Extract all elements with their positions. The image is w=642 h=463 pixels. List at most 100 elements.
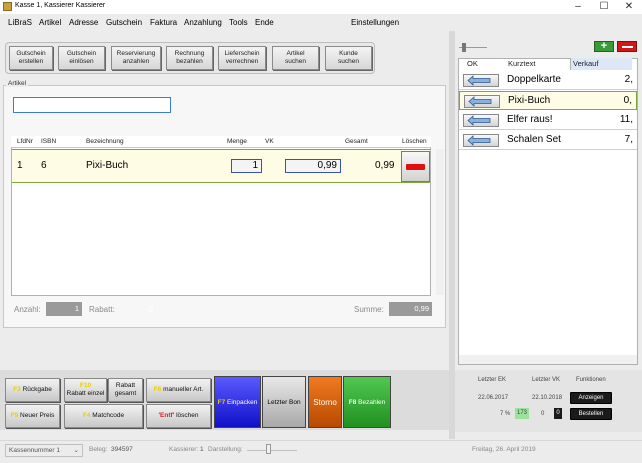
item-name: Schalen Set bbox=[507, 134, 561, 145]
add-favorite-button[interactable]: + bbox=[594, 41, 614, 52]
kassierer-value: 1 bbox=[200, 446, 204, 453]
info-value-2: 0 bbox=[541, 411, 545, 417]
table-row[interactable] bbox=[12, 149, 430, 183]
add-item-button[interactable] bbox=[463, 134, 499, 147]
delete-row-button[interactable] bbox=[401, 151, 430, 182]
menu-faktura[interactable]: Faktura bbox=[150, 18, 177, 27]
minimize-button[interactable]: – bbox=[566, 0, 590, 14]
add-item-button[interactable] bbox=[463, 114, 499, 127]
artikel-suchen-button[interactable]: Artikel suchen bbox=[272, 46, 319, 70]
manueller-artikel-button[interactable]: F6 manueller Art. bbox=[146, 378, 211, 402]
item-price: 0, bbox=[623, 95, 632, 106]
add-item-button[interactable] bbox=[463, 74, 499, 87]
menu-gutschein[interactable]: Gutschein bbox=[106, 18, 142, 27]
einpacken-button[interactable]: F7 Einpacken bbox=[214, 376, 261, 428]
letzter-bon-button[interactable]: Letzter Bon bbox=[262, 376, 306, 428]
arrow-left-icon bbox=[467, 75, 491, 86]
col-bezeichnung[interactable]: Bezeichnung bbox=[86, 138, 124, 145]
menu-adresse[interactable]: Adresse bbox=[69, 18, 98, 27]
kassennummer-select[interactable]: Kassennummer 1 ⌄ bbox=[5, 444, 83, 457]
info-value-3: 0 bbox=[554, 408, 562, 419]
gutschein-einloesen-button[interactable]: Gutschein einlösen bbox=[58, 46, 105, 70]
matchcode-button[interactable]: F4 Matchcode bbox=[64, 404, 143, 428]
close-button[interactable]: ✕ bbox=[617, 0, 641, 14]
stock-value: 173 bbox=[515, 408, 529, 419]
arrow-left-icon bbox=[468, 96, 492, 107]
menu-artikel[interactable]: Artikel bbox=[39, 18, 61, 27]
menu-tools[interactable]: Tools bbox=[229, 18, 248, 27]
artikel-label: Artikel bbox=[6, 80, 29, 87]
menu-libras[interactable]: LiBraS bbox=[8, 18, 32, 27]
app-icon bbox=[3, 2, 12, 11]
darstellung-slider-knob[interactable] bbox=[266, 444, 271, 454]
rabatt-gesamt-button[interactable]: Rabatt gesamt bbox=[108, 378, 143, 402]
letzter-vk-label: Letzter VK bbox=[532, 377, 561, 383]
zoom-slider-knob[interactable] bbox=[462, 43, 466, 52]
kassierer-label: Kassierer: bbox=[169, 446, 199, 453]
rueckgabe-button[interactable]: F3 Rückgabe bbox=[5, 378, 60, 402]
col-lfdnr[interactable]: LfdNr bbox=[17, 138, 33, 145]
vk-date: 22.10.2018 bbox=[532, 395, 563, 401]
menu-einstellungen[interactable]: Einstellungen bbox=[351, 18, 399, 27]
lieferschein-verrechnen-button[interactable]: Lieferschein verrechnen bbox=[218, 46, 266, 70]
arrow-left-icon bbox=[467, 115, 491, 126]
item-price: 11, bbox=[619, 114, 633, 125]
col-gesamt[interactable]: Gesamt bbox=[345, 138, 368, 145]
neuer-preis-button[interactable]: F9 Neuer Preis bbox=[5, 404, 60, 428]
minus-icon bbox=[622, 46, 633, 48]
bezahlen-button[interactable]: F8 Bezahlen bbox=[343, 376, 391, 428]
kunde-suchen-button[interactable]: Kunde suchen bbox=[325, 46, 372, 70]
col-loeschen[interactable]: Löschen bbox=[402, 138, 427, 145]
rabatt-label: Rabatt: bbox=[89, 305, 115, 314]
anzahl-label: Anzahl: bbox=[14, 305, 41, 314]
col-verkauf[interactable]: Verkauf bbox=[573, 59, 598, 68]
table-scrollbar[interactable] bbox=[436, 149, 444, 295]
col-menge[interactable]: Menge bbox=[227, 138, 247, 145]
cell-isbn: 6 bbox=[41, 160, 47, 171]
maximize-button[interactable]: ☐ bbox=[592, 0, 616, 14]
add-item-button[interactable] bbox=[464, 95, 500, 108]
cell-gesamt: 0,99 bbox=[375, 160, 395, 171]
funktionen-label: Funktionen bbox=[576, 377, 606, 383]
artikel-input[interactable] bbox=[13, 97, 171, 113]
storno-button[interactable]: Storno bbox=[308, 376, 342, 428]
ek-date: 22.06.2017 bbox=[478, 395, 509, 401]
vk-input[interactable]: 0,99 bbox=[285, 159, 341, 173]
reservierung-anzahlen-button[interactable]: Reservierung anzahlen bbox=[111, 46, 161, 70]
letzter-ek-label: Letzter EK bbox=[478, 377, 507, 383]
bestellen-button[interactable]: Bestellen bbox=[570, 408, 612, 420]
anzahl-value: 1 bbox=[46, 302, 82, 316]
anzeigen-button[interactable]: Anzeigen bbox=[570, 392, 612, 404]
percent-value: 7 % bbox=[500, 411, 511, 417]
summe-label: Summe: bbox=[354, 305, 384, 314]
rabatt-einzel-button[interactable]: F10 Rabatt einzel bbox=[64, 378, 107, 402]
list-item[interactable]: Pixi-Buch 0, bbox=[459, 91, 637, 110]
col-kurztext[interactable]: Kurztext bbox=[508, 59, 536, 68]
cell-lfdnr: 1 bbox=[17, 160, 23, 171]
cell-bezeichnung: Pixi-Buch bbox=[86, 160, 129, 171]
remove-favorite-button[interactable] bbox=[617, 41, 637, 52]
col-isbn[interactable]: ISBN bbox=[41, 138, 56, 145]
item-name: Doppelkarte bbox=[507, 74, 561, 85]
menu-ende[interactable]: Ende bbox=[255, 18, 274, 27]
list-item[interactable]: Elfer raus! 11, bbox=[459, 111, 637, 130]
col-ok[interactable]: OK bbox=[467, 59, 478, 68]
gutschein-erstellen-button[interactable]: Gutschein erstellen bbox=[9, 46, 53, 70]
date-label: Freitag, 26. April 2019 bbox=[472, 446, 536, 453]
item-price: 7, bbox=[624, 134, 633, 145]
loeschen-button[interactable]: 'Entf' löschen bbox=[146, 404, 211, 428]
beleg-value: 394597 bbox=[111, 446, 133, 453]
list-item[interactable]: Doppelkarte 2, bbox=[459, 71, 637, 90]
window-title: Kasse 1, Kassierer Kassierer bbox=[15, 2, 106, 9]
arrow-left-icon bbox=[467, 135, 491, 146]
list-scrollbar[interactable] bbox=[459, 355, 637, 364]
rechnung-bezahlen-button[interactable]: Rechnung bezahlen bbox=[166, 46, 213, 70]
list-item[interactable]: Schalen Set 7, bbox=[459, 131, 637, 150]
menu-anzahlung[interactable]: Anzahlung bbox=[184, 18, 222, 27]
delete-icon bbox=[406, 164, 425, 170]
item-name: Pixi-Buch bbox=[508, 95, 551, 106]
beleg-label: Beleg: bbox=[89, 446, 108, 453]
darstellung-slider-track[interactable] bbox=[247, 450, 297, 451]
col-vk[interactable]: VK bbox=[265, 138, 274, 145]
menge-input[interactable]: 1 bbox=[231, 159, 262, 173]
